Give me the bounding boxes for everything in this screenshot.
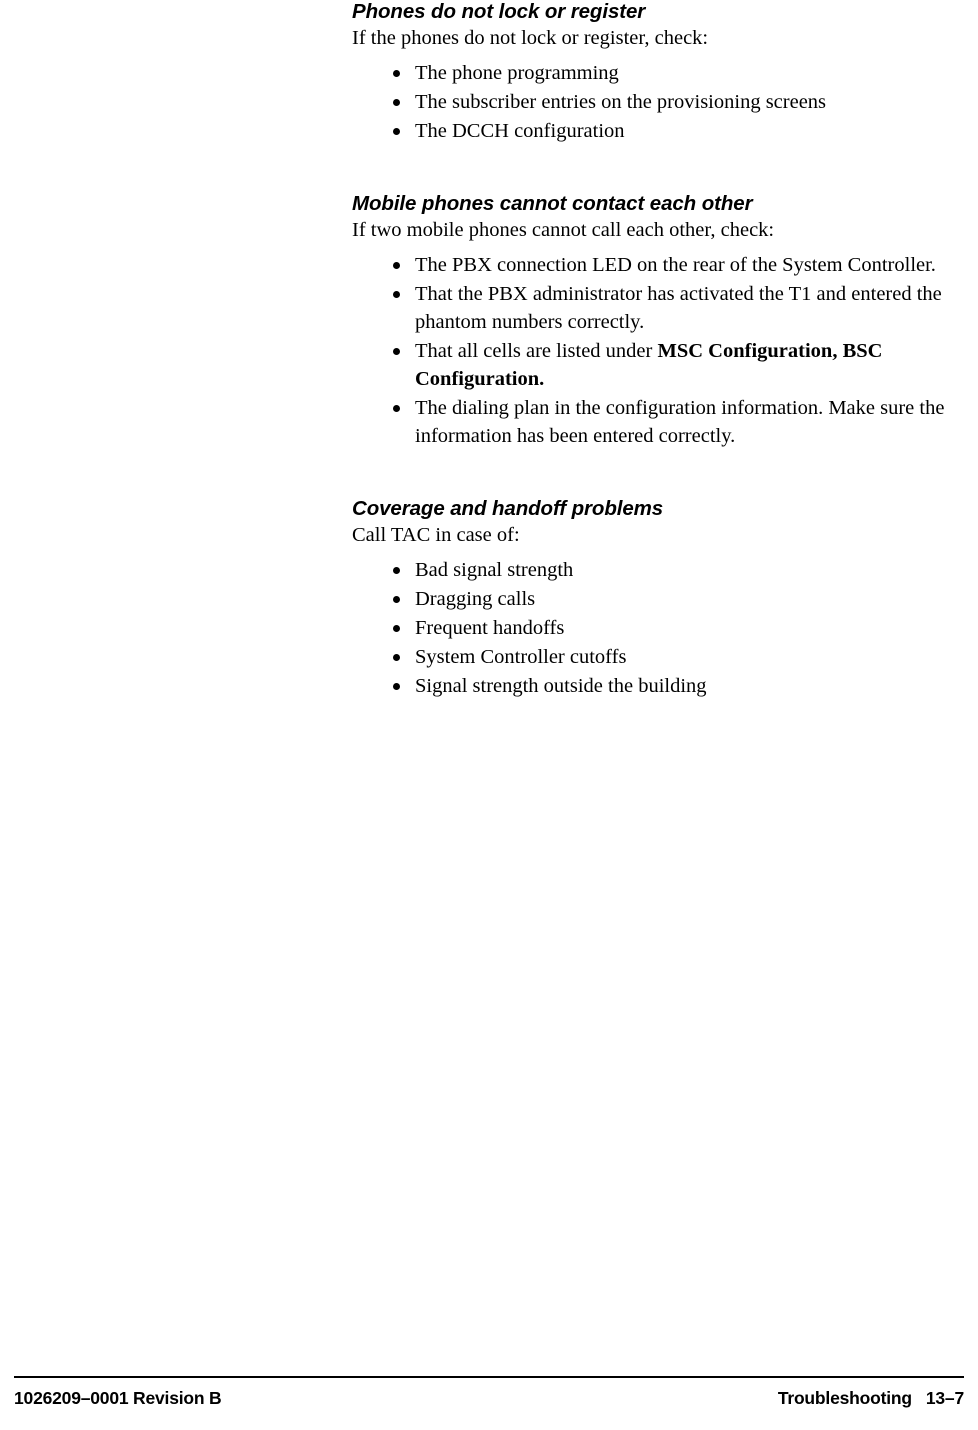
bullet-list: The phone programming The subscriber ent… (352, 59, 952, 145)
emphasis-text: MSC Configuration, BSC Configuration. (415, 340, 883, 390)
section-phones-do-not-lock: Phones do not lock or register If the ph… (352, 0, 952, 145)
page-content: Phones do not lock or register If the ph… (352, 0, 952, 701)
section-coverage-and-handoff: Coverage and handoff problems Call TAC i… (352, 497, 952, 700)
list-item: Frequent handoffs (352, 614, 952, 642)
bullet-dot-icon (393, 262, 400, 269)
bullet-dot-icon (393, 405, 400, 412)
section-intro: If the phones do not lock or register, c… (352, 27, 709, 49)
list-item: Bad signal strength (352, 556, 952, 584)
bullet-dot-icon (393, 291, 400, 298)
footer-divider (14, 1376, 964, 1378)
list-item-text: Signal strength outside the building (415, 675, 707, 697)
bullet-dot-icon (393, 596, 400, 603)
list-item: Dragging calls (352, 585, 952, 613)
list-item: Signal strength outside the building (352, 672, 952, 700)
page-footer: 1026209–0001 Revision B Troubleshooting … (0, 1376, 978, 1430)
bullet-dot-icon (393, 99, 400, 106)
list-item: The subscriber entries on the provisioni… (352, 88, 952, 116)
footer-document-number: 1026209–0001 Revision B (14, 1388, 222, 1408)
bullet-dot-icon (393, 654, 400, 661)
bullet-dot-icon (393, 70, 400, 77)
bullet-dot-icon (393, 683, 400, 690)
list-item: The DCCH configuration (352, 117, 952, 145)
list-item-text: The subscriber entries on the provisioni… (415, 91, 827, 113)
list-item-text: That all cells are listed under MSC Conf… (415, 340, 883, 390)
list-item-text: The PBX connection LED on the rear of th… (415, 254, 936, 276)
section-heading: Coverage and handoff problems (352, 497, 664, 520)
list-item-text: The DCCH configuration (415, 120, 625, 142)
list-item-text: That the PBX administrator has activated… (415, 283, 942, 333)
list-item: System Controller cutoffs (352, 643, 952, 671)
list-item-text: Dragging calls (415, 588, 536, 610)
bullet-dot-icon (393, 128, 400, 135)
list-item-text: The phone programming (415, 62, 619, 84)
list-item-text: Frequent handoffs (415, 617, 565, 639)
list-item: The PBX connection LED on the rear of th… (352, 251, 952, 279)
list-item-text: System Controller cutoffs (415, 646, 627, 668)
document-page: Phones do not lock or register If the ph… (0, 0, 978, 1430)
section-intro: Call TAC in case of: (352, 524, 520, 546)
list-item: The phone programming (352, 59, 952, 87)
section-mobile-phones-cannot-contact: Mobile phones cannot contact each other … (352, 192, 952, 450)
list-item: The dialing plan in the configuration in… (352, 394, 952, 450)
bullet-dot-icon (393, 348, 400, 355)
list-item-text: The dialing plan in the configuration in… (415, 397, 945, 447)
section-intro: If two mobile phones cannot call each ot… (352, 219, 775, 241)
list-item: That the PBX administrator has activated… (352, 280, 952, 336)
bullet-list: Bad signal strength Dragging calls Frequ… (352, 556, 952, 700)
footer-page-label: Troubleshooting 13–7 (777, 1388, 964, 1408)
list-item-text: Bad signal strength (415, 559, 574, 581)
bullet-dot-icon (393, 625, 400, 632)
bullet-dot-icon (393, 567, 400, 574)
bullet-list: The PBX connection LED on the rear of th… (352, 251, 952, 450)
list-item: That all cells are listed under MSC Conf… (352, 337, 952, 393)
section-heading: Mobile phones cannot contact each other (352, 192, 753, 215)
section-heading: Phones do not lock or register (352, 0, 646, 23)
